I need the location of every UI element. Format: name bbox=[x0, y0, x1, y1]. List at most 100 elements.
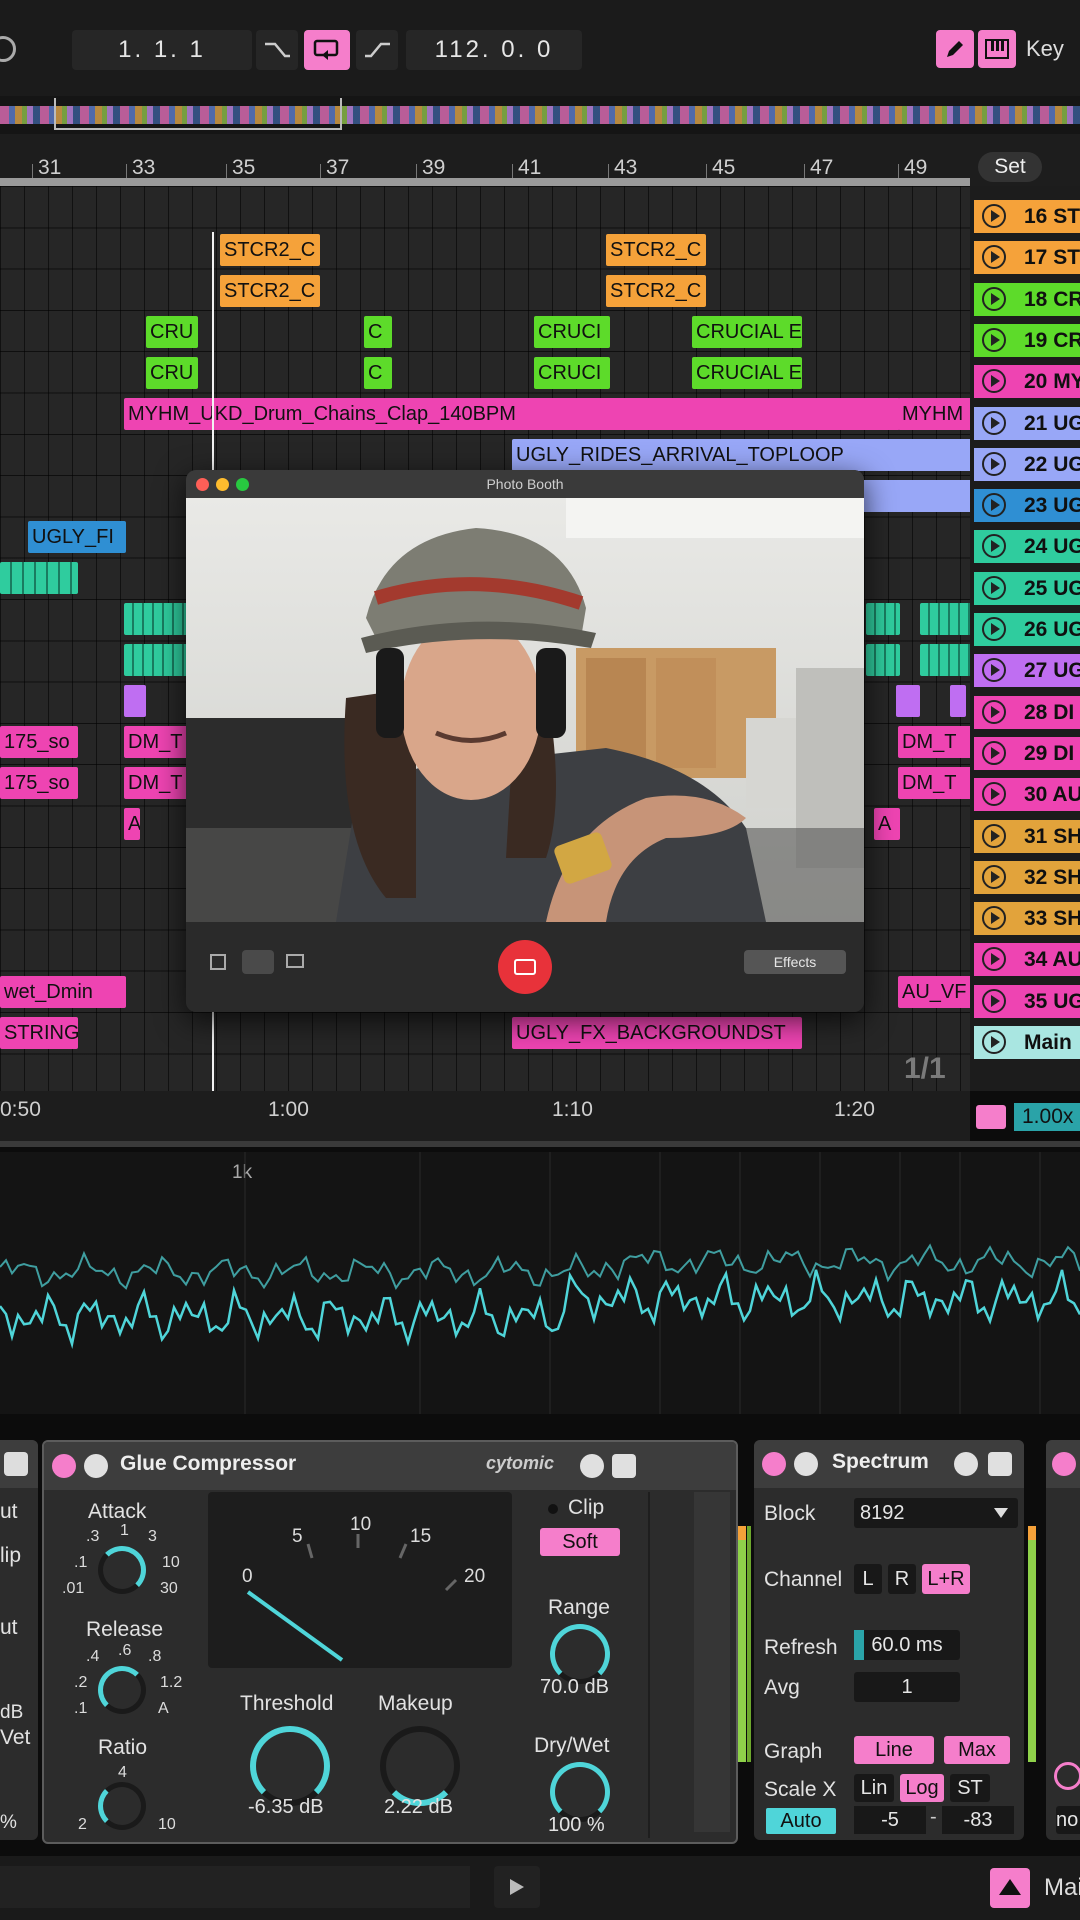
clip-teal-f[interactable] bbox=[866, 644, 900, 676]
clip-au-vf[interactable]: AU_VF bbox=[898, 976, 970, 1008]
scene-launch-7[interactable]: 22 UG bbox=[974, 447, 1080, 481]
clip-175-so-b[interactable]: 175_so bbox=[0, 767, 78, 799]
scale-x-lin-button[interactable]: Lin bbox=[854, 1774, 894, 1802]
scene-launch-20[interactable]: 35 UG bbox=[974, 984, 1080, 1018]
collapse-arrow-icon[interactable] bbox=[84, 1454, 108, 1478]
metronome-icon[interactable] bbox=[0, 36, 16, 62]
scene-launch-9[interactable]: 24 UG bbox=[974, 530, 1080, 564]
clip-a-a[interactable]: A bbox=[124, 808, 140, 840]
clip-crucial-a[interactable]: CRUCIAL E bbox=[692, 316, 802, 348]
punch-out-button[interactable] bbox=[356, 30, 398, 70]
device-on-toggle[interactable] bbox=[52, 1454, 76, 1478]
refresh-field[interactable]: 60.0 ms bbox=[854, 1630, 960, 1660]
clip-dm-t-d[interactable]: DM_T bbox=[898, 767, 970, 799]
channel-l-button[interactable]: L bbox=[854, 1564, 882, 1594]
clip-ugly-fi[interactable]: UGLY_FI bbox=[28, 521, 126, 553]
scene-launch-8[interactable]: 23 UG bbox=[974, 489, 1080, 523]
video-icon[interactable] bbox=[286, 954, 304, 968]
draw-mode-button[interactable] bbox=[936, 30, 974, 68]
play-icon[interactable] bbox=[982, 782, 1006, 807]
clip-cruci-a[interactable]: CRUCI bbox=[534, 316, 610, 348]
makeup-value[interactable]: 2.22 dB bbox=[384, 1796, 453, 1819]
scene-launch-3[interactable]: 18 CR bbox=[974, 282, 1080, 316]
device-on-toggle[interactable] bbox=[762, 1452, 786, 1476]
scene-launch-10[interactable]: 25 UG bbox=[974, 571, 1080, 605]
range-knob[interactable] bbox=[550, 1624, 610, 1684]
range-value[interactable]: 70.0 dB bbox=[540, 1676, 609, 1699]
arrangement-overview[interactable] bbox=[0, 96, 1080, 134]
hot-swap-icon[interactable] bbox=[580, 1454, 604, 1478]
clip-teal-c[interactable] bbox=[124, 644, 192, 676]
loop-brace[interactable] bbox=[0, 178, 970, 186]
scale-x-log-button[interactable]: Log bbox=[900, 1774, 944, 1802]
scene-launch-2[interactable]: 17 ST bbox=[974, 241, 1080, 275]
play-icon[interactable] bbox=[982, 286, 1006, 311]
graph-max-button[interactable]: Max bbox=[944, 1736, 1010, 1764]
scene-launch-1[interactable]: 16 ST bbox=[974, 200, 1080, 233]
scene-launch-11[interactable]: 26 UG bbox=[974, 613, 1080, 646]
play-icon[interactable] bbox=[982, 493, 1006, 518]
clip-cru-a[interactable]: CRU bbox=[146, 316, 198, 348]
clip-teal-d[interactable] bbox=[866, 603, 900, 635]
play-button[interactable] bbox=[494, 1866, 540, 1908]
clip-myhm-short[interactable]: MYHM bbox=[898, 398, 970, 430]
clip-175-so-a[interactable]: 175_so bbox=[0, 726, 78, 758]
key-map-button[interactable]: Key bbox=[1026, 36, 1064, 62]
photo-booth-titlebar[interactable]: Photo Booth bbox=[186, 470, 864, 498]
ratio-knob[interactable] bbox=[98, 1782, 146, 1830]
scene-launch-18[interactable]: 33 SH bbox=[974, 902, 1080, 936]
clip-a-b[interactable]: A bbox=[874, 808, 900, 840]
clip-c-a[interactable]: C bbox=[364, 316, 392, 348]
range-low-field[interactable]: -5 bbox=[854, 1806, 926, 1834]
release-knob[interactable] bbox=[98, 1666, 146, 1714]
range-high-field[interactable]: -83 bbox=[942, 1806, 1014, 1834]
clip-stcr2-c[interactable]: STCR2_C bbox=[220, 275, 320, 307]
play-icon[interactable] bbox=[982, 947, 1006, 972]
play-icon[interactable] bbox=[982, 617, 1006, 641]
clip-ugly-rides[interactable]: UGLY_RIDES_ARRIVAL_TOPLOOP bbox=[512, 439, 970, 471]
clip-purple-a[interactable] bbox=[124, 685, 146, 717]
panel-divider[interactable] bbox=[0, 1141, 1080, 1147]
soft-clip-toggle[interactable]: Soft bbox=[540, 1528, 620, 1556]
attack-knob[interactable] bbox=[98, 1546, 146, 1594]
drywet-knob[interactable] bbox=[550, 1762, 610, 1822]
clip-dm-t-b[interactable]: DM_T bbox=[898, 726, 970, 758]
punch-in-button[interactable] bbox=[256, 30, 298, 70]
overview-viewport[interactable] bbox=[54, 98, 342, 130]
scene-launch-4[interactable]: 19 CR bbox=[974, 323, 1080, 357]
zoom-icon[interactable] bbox=[976, 1105, 1006, 1129]
loop-length-field[interactable]: 112. 0. 0 bbox=[406, 30, 582, 70]
scene-launch-19[interactable]: 34 AU bbox=[974, 943, 1080, 977]
play-icon[interactable] bbox=[982, 699, 1006, 724]
scene-launch-12[interactable]: 27 UG bbox=[974, 654, 1080, 688]
play-icon[interactable] bbox=[982, 575, 1006, 600]
play-icon[interactable] bbox=[982, 245, 1006, 270]
play-icon[interactable] bbox=[982, 534, 1006, 559]
scene-launch-5[interactable]: 20 MY bbox=[974, 365, 1080, 399]
scene-launch-21[interactable]: Main bbox=[974, 1026, 1080, 1059]
play-icon[interactable] bbox=[982, 204, 1006, 228]
play-icon[interactable] bbox=[982, 369, 1006, 394]
scene-launch-17[interactable]: 32 SH bbox=[974, 860, 1080, 894]
threshold-knob[interactable] bbox=[250, 1726, 330, 1806]
clip-teal-a[interactable] bbox=[0, 562, 78, 594]
clip-string[interactable]: STRING bbox=[0, 1017, 78, 1049]
main-chevron-button[interactable] bbox=[990, 1868, 1030, 1908]
clip-purple-c[interactable] bbox=[950, 685, 966, 717]
makeup-knob[interactable] bbox=[380, 1726, 460, 1806]
clip-stcr2-b[interactable]: STCR2_C bbox=[606, 234, 706, 266]
scene-launch-16[interactable]: 31 SH bbox=[974, 819, 1080, 853]
bar-ruler[interactable]: 31 33 35 37 39 41 43 45 47 49 Set bbox=[0, 134, 1080, 214]
save-preset-icon[interactable] bbox=[988, 1452, 1012, 1476]
scene-launch-14[interactable]: 29 DI bbox=[974, 736, 1080, 770]
play-icon[interactable] bbox=[982, 740, 1006, 765]
shutter-button[interactable] bbox=[498, 940, 552, 994]
effects-button[interactable]: Effects bbox=[744, 950, 846, 974]
clip-teal-g[interactable] bbox=[920, 644, 970, 676]
avg-field[interactable]: 1 bbox=[854, 1672, 960, 1702]
clip-stcr2-d[interactable]: STCR2_C bbox=[606, 275, 706, 307]
clip-teal-e[interactable] bbox=[920, 603, 970, 635]
clip-myhm-drum-chains[interactable]: MYHM_UKD_Drum_Chains_Clap_140BPM bbox=[124, 398, 900, 430]
grid-view-icon[interactable] bbox=[210, 954, 226, 970]
spectrum-auto-button[interactable]: Auto bbox=[766, 1808, 836, 1834]
